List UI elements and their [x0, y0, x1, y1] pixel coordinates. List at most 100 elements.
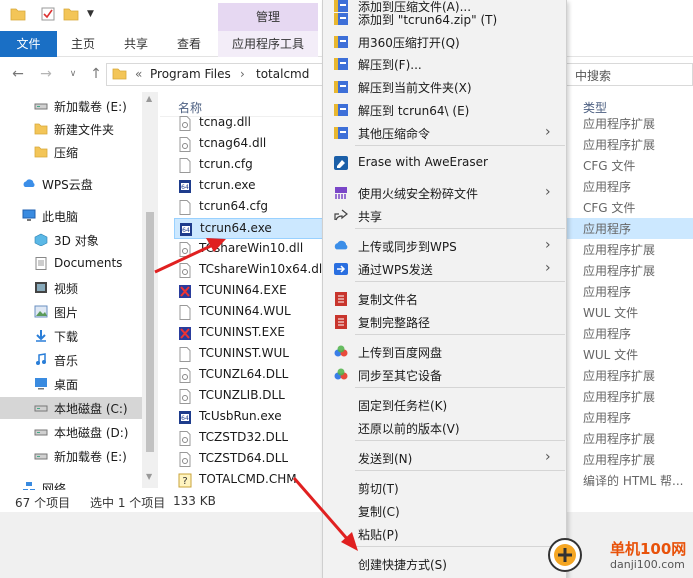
nav-item[interactable]: 桌面 [0, 373, 142, 395]
file-type-cell[interactable]: CFG 文件 [566, 197, 693, 218]
context-menu-item[interactable]: 复制(C) [323, 500, 568, 522]
folder-icon[interactable] [10, 7, 26, 21]
breadcrumb[interactable]: « Program Files › totalcmd [106, 63, 326, 86]
context-menu-item[interactable]: 通过WPS发送 › [323, 258, 568, 280]
file-row[interactable]: tcnag64.dll [174, 134, 330, 155]
nav-item[interactable]: 此电脑 [0, 205, 142, 227]
scroll-down-icon[interactable]: ▼ [146, 472, 152, 481]
file-row[interactable]: 64 tcrun.exe [174, 176, 330, 197]
nav-item[interactable]: 本地磁盘 (D:) [0, 421, 142, 443]
file-type-cell[interactable]: WUL 文件 [566, 302, 693, 323]
file-row[interactable]: 64 tcrun64.exe [174, 218, 330, 239]
up-arrow-icon[interactable]: ↑ [88, 66, 104, 82]
back-arrow-icon[interactable]: ← [10, 66, 26, 82]
context-menu-label: 共享 [358, 210, 383, 224]
file-row[interactable]: tcrun.cfg [174, 155, 330, 176]
nav-item[interactable]: 本地磁盘 (C:) [0, 397, 142, 419]
context-menu-item[interactable]: 固定到任务栏(K) [323, 394, 568, 416]
file-type-cell[interactable]: 应用程序扩展 [566, 113, 693, 134]
context-menu-item[interactable]: 添加到 "tcrun64.zip" (T) [323, 8, 568, 30]
context-menu-item[interactable]: 解压到当前文件夹(X) [323, 76, 568, 98]
chevron-down-icon[interactable]: ▼ [87, 9, 94, 19]
file-row[interactable]: TCUNINST.EXE [174, 323, 330, 344]
tab-file[interactable]: 文件 [0, 31, 57, 57]
file-row[interactable]: 64 TcUsbRun.exe [174, 407, 330, 428]
new-folder-icon[interactable] [63, 7, 79, 21]
file-row[interactable]: TCshareWin10x64.dll [174, 260, 330, 281]
file-type-cell[interactable]: 应用程序 [566, 176, 693, 197]
properties-icon[interactable] [40, 7, 56, 21]
breadcrumb-program-files[interactable]: Program Files [150, 67, 231, 81]
tab-view[interactable]: 查看 [164, 31, 214, 57]
scroll-up-icon[interactable]: ▲ [146, 94, 152, 103]
tab-home[interactable]: 主页 [58, 31, 108, 57]
file-row[interactable]: TCUNZL64.DLL [174, 365, 330, 386]
forward-arrow-icon[interactable]: → [38, 66, 54, 82]
file-type-cell[interactable]: 应用程序扩展 [566, 386, 693, 407]
nav-item[interactable]: 图片 [0, 301, 142, 323]
file-type-cell[interactable]: WUL 文件 [566, 344, 693, 365]
context-menu-item[interactable]: 复制完整路径 [323, 311, 568, 333]
context-menu-item[interactable]: 粘贴(P) [323, 523, 568, 545]
nav-item[interactable]: 音乐 [0, 349, 142, 371]
nav-item[interactable]: 新建文件夹 [0, 118, 142, 140]
file-row[interactable]: TCUNIN64.EXE [174, 281, 330, 302]
tab-application-tools[interactable]: 应用程序工具 [218, 31, 318, 57]
context-menu-item[interactable]: 剪切(T) [323, 477, 568, 499]
context-menu-item[interactable]: 创建快捷方式(S) [323, 553, 568, 575]
file-type-cell[interactable]: 应用程序 [566, 323, 693, 344]
context-menu-item[interactable]: 使用火绒安全粉碎文件 › [323, 182, 568, 204]
file-type-cell[interactable]: 应用程序 [566, 407, 693, 428]
file-type-cell[interactable]: 应用程序扩展 [566, 134, 693, 155]
context-menu-item[interactable]: 上传到百度网盘 [323, 341, 568, 363]
archive-icon [333, 125, 349, 141]
file-type-cell[interactable]: 应用程序扩展 [566, 239, 693, 260]
breadcrumb-overflow[interactable]: « [135, 67, 142, 81]
file-type-cell[interactable]: 应用程序扩展 [566, 260, 693, 281]
nav-item[interactable]: WPS云盘 [0, 173, 142, 195]
file-row[interactable]: TCshareWin10.dll [174, 239, 330, 260]
file-row[interactable]: TCUNZLIB.DLL [174, 386, 330, 407]
breadcrumb-separator[interactable]: › [240, 67, 245, 81]
context-menu-item[interactable]: 解压到 tcrun64\ (E) [323, 99, 568, 121]
tab-share[interactable]: 共享 [112, 31, 160, 57]
file-row[interactable]: TCUNIN64.WUL [174, 302, 330, 323]
file-type-cell[interactable]: 应用程序 [566, 218, 693, 239]
file-type-cell[interactable]: 应用程序扩展 [566, 428, 693, 449]
breadcrumb-totalcmd[interactable]: totalcmd [256, 67, 309, 81]
context-menu-item[interactable]: 用360压缩打开(Q) [323, 31, 568, 53]
file-row[interactable]: tcrun64.cfg [174, 197, 330, 218]
file-type-cell[interactable]: CFG 文件 [566, 155, 693, 176]
manage-tab[interactable]: 管理 [218, 3, 318, 31]
nav-item[interactable]: 视频 [0, 277, 142, 299]
context-menu-item[interactable]: 共享 [323, 205, 568, 227]
context-menu-item[interactable]: Erase with AweEraser [323, 152, 568, 174]
file-type-cell[interactable]: 编译的 HTML 帮... [566, 470, 693, 491]
nav-item[interactable]: Documents [0, 253, 142, 275]
file-row[interactable]: TCZSTD64.DLL [174, 449, 330, 470]
nav-item[interactable]: 新加载卷 (E:) [0, 445, 142, 467]
context-menu-item[interactable]: 发送到(N) › [323, 447, 568, 469]
file-type-cell[interactable]: 应用程序扩展 [566, 449, 693, 470]
recent-locations-icon[interactable]: ∨ [65, 66, 81, 82]
nav-item[interactable]: 3D 对象 [0, 229, 142, 251]
search-input[interactable]: 中搜索 [567, 63, 693, 86]
file-row[interactable]: ? TOTALCMD.CHM [174, 470, 330, 491]
file-row[interactable]: TCZSTD32.DLL [174, 428, 330, 449]
navigation-scrollbar[interactable]: ▲ ▼ [142, 92, 158, 488]
context-menu-item[interactable]: 上传或同步到WPS › [323, 235, 568, 257]
nav-item[interactable]: 下载 [0, 325, 142, 347]
context-menu-item[interactable]: 复制文件名 [323, 288, 568, 310]
file-type-cell[interactable]: 应用程序扩展 [566, 365, 693, 386]
nav-item[interactable]: 压缩 [0, 141, 142, 163]
file-row[interactable]: TCUNINST.WUL [174, 344, 330, 365]
file-type: 应用程序 [583, 222, 632, 236]
scrollbar-thumb[interactable] [146, 212, 154, 452]
file-row[interactable]: tcnag.dll [174, 113, 330, 134]
context-menu-item[interactable]: 还原以前的版本(V) [323, 417, 568, 439]
nav-item[interactable]: 新加载卷 (E:) [0, 95, 142, 117]
context-menu-item[interactable]: 其他压缩命令 › [323, 122, 568, 144]
context-menu-item[interactable]: 解压到(F)... [323, 53, 568, 75]
context-menu-item[interactable]: 同步至其它设备 [323, 364, 568, 386]
file-type-cell[interactable]: 应用程序 [566, 281, 693, 302]
